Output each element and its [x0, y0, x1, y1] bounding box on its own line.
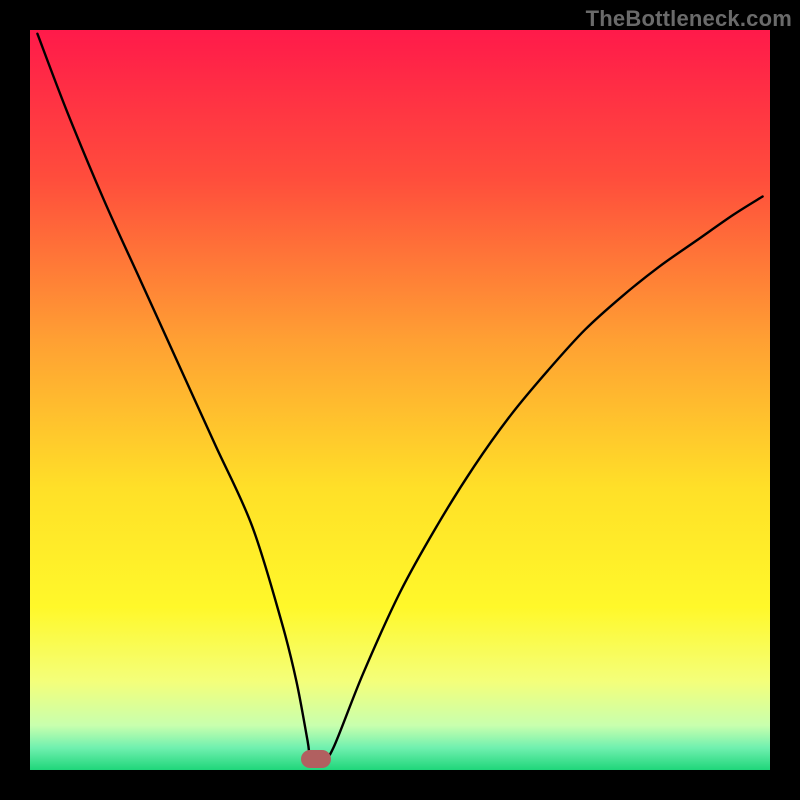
watermark-text: TheBottleneck.com — [586, 6, 792, 32]
chart-svg — [30, 30, 770, 770]
plot-area — [30, 30, 770, 770]
optimal-point-marker — [301, 750, 331, 768]
chart-frame: TheBottleneck.com — [0, 0, 800, 800]
gradient-background — [30, 30, 770, 770]
